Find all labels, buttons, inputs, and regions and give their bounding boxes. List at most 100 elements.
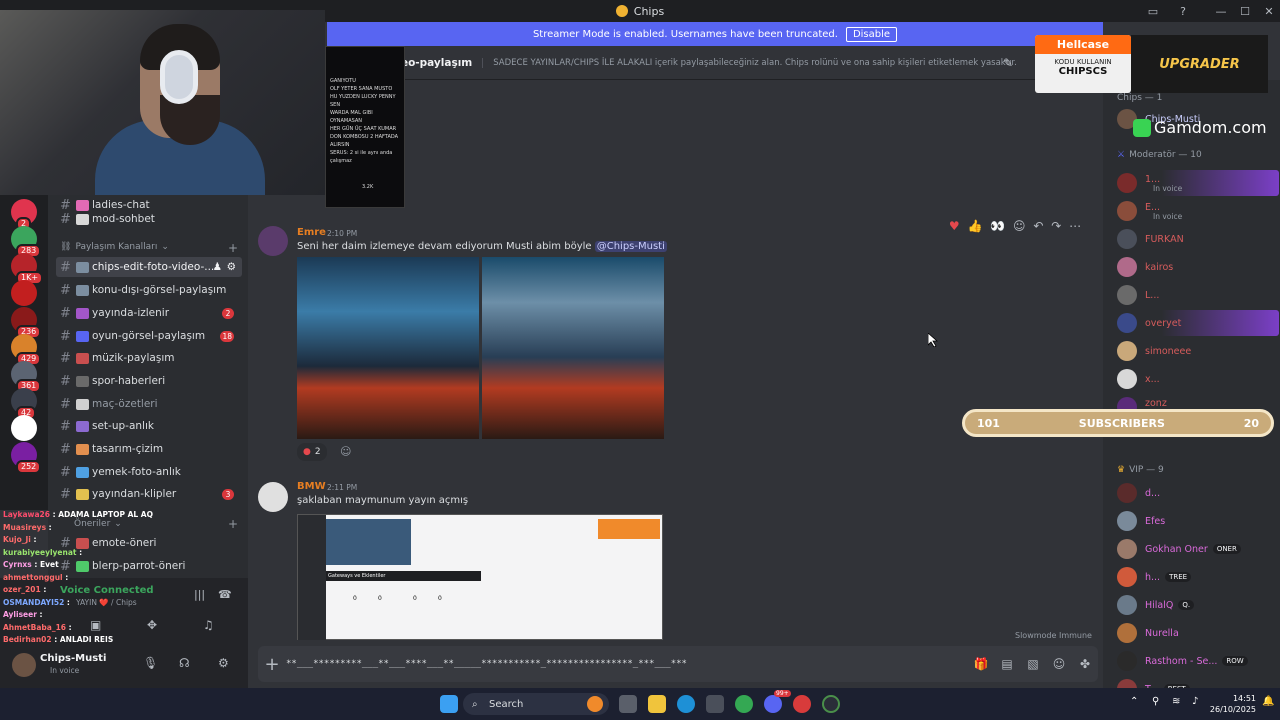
reply-icon[interactable]: ↶ — [1033, 219, 1043, 233]
server-icon[interactable] — [11, 415, 37, 441]
channel-item[interactable]: # maç-özetleri — [56, 394, 242, 414]
channel-item[interactable]: # müzik-paylaşım — [56, 348, 242, 368]
notification-bell-icon[interactable]: 🔔 — [1262, 696, 1274, 707]
disable-streamer-mode-button[interactable]: Disable — [845, 26, 898, 42]
chrome-icon[interactable] — [735, 695, 753, 713]
map-pin-app-icon[interactable] — [793, 695, 811, 713]
channel-item[interactable]: # mod-sohbet — [56, 209, 242, 229]
file-explorer-icon[interactable] — [648, 695, 666, 713]
channel-item[interactable]: # yemek-foto-anlık — [56, 462, 242, 482]
add-reaction-icon[interactable]: ☺ — [340, 445, 351, 458]
channel-item[interactable]: # yayından-klipler 3 — [56, 484, 242, 504]
volume-icon[interactable]: ♪ — [1192, 696, 1198, 707]
member-item[interactable]: h... TREE — [1111, 564, 1279, 590]
gift-icon[interactable]: 🎁 — [968, 657, 994, 671]
attachment-image-1[interactable] — [297, 257, 479, 439]
phone-image-preview[interactable]: 3.2K GANIYOTU OLF YETER SANA MUSTO HU YUZD… — [325, 46, 405, 208]
apps-icon[interactable]: ✤ — [1072, 657, 1098, 671]
member-item[interactable]: overyet — [1111, 310, 1279, 336]
member-item[interactable]: FURKAN — [1111, 226, 1279, 252]
user-name[interactable]: Chips-Musti — [40, 653, 106, 664]
forward-icon[interactable]: ↷ — [1051, 219, 1061, 233]
member-item[interactable]: d... — [1111, 480, 1279, 506]
member-item[interactable]: Efes — [1111, 508, 1279, 534]
channel-item[interactable]: # tasarım-çizim — [56, 439, 242, 459]
heart-icon[interactable]: ♥ — [949, 219, 960, 233]
server-icon[interactable]: 283 — [11, 226, 42, 258]
add-channel-icon[interactable]: + — [228, 241, 238, 255]
edge-icon[interactable] — [677, 695, 695, 713]
settings-gear-icon[interactable]: ⚙ — [218, 656, 229, 670]
member-item[interactable]: Gokhan Oner ONER — [1111, 536, 1279, 562]
attachment-screenshot[interactable]: Gateways ve Eklentiler 0 0 0 0 — [297, 514, 663, 640]
member-item[interactable]: L... — [1111, 282, 1279, 308]
store-icon[interactable] — [706, 695, 724, 713]
maximize-button[interactable]: ☐ — [1232, 0, 1258, 22]
member-item[interactable]: Nurella — [1111, 620, 1279, 646]
usb-icon[interactable]: ⚲ — [1152, 696, 1159, 707]
member-item[interactable]: Rasthom - Se... ROW — [1111, 648, 1279, 674]
message-input[interactable] — [286, 659, 968, 669]
search-label: Search — [489, 698, 524, 710]
more-icon[interactable]: ⋯ — [1069, 219, 1081, 233]
mic-icon[interactable]: 🎙 — [143, 656, 158, 670]
member-item[interactable]: kairos — [1111, 254, 1279, 280]
member-item[interactable]: T...BEST — [1111, 676, 1279, 688]
server-icon[interactable]: 236 — [11, 307, 42, 339]
emoji-icon[interactable]: ☺ — [1046, 657, 1072, 671]
user-mention[interactable]: @Chips-Musti — [594, 241, 667, 252]
user-avatar[interactable] — [12, 653, 36, 677]
taskbar-clock[interactable]: 14:51 26/10/2025 — [1210, 693, 1256, 715]
server-icon[interactable]: 2 — [11, 199, 37, 231]
threads-icon[interactable]: ✎ — [1003, 56, 1013, 70]
channel-label: müzik-paylaşım — [92, 352, 175, 364]
server-icon[interactable]: 361 — [11, 361, 42, 393]
channel-item[interactable]: # spor-haberleri — [56, 371, 242, 391]
windows-start-icon[interactable] — [440, 695, 458, 713]
server-icon[interactable]: 252 — [11, 442, 42, 474]
channel-item[interactable]: # oyun-görsel-paylaşım 18 — [56, 326, 242, 346]
server-icon[interactable]: 429 — [11, 334, 42, 366]
member-item[interactable]: HilalQ Q. — [1111, 592, 1279, 618]
avatar[interactable] — [258, 482, 288, 512]
channel-item[interactable]: # konu-dışı-görsel-paylaşım — [56, 280, 242, 300]
headphones-icon[interactable]: ☊ — [179, 656, 190, 670]
category-paylasim[interactable]: ⛓ Paylaşım Kanalları ⌄ — [60, 242, 169, 252]
channel-settings-icon[interactable]: ⚙ — [227, 261, 236, 273]
task-view-icon[interactable] — [619, 695, 637, 713]
channel-item[interactable]: # set-up-anlık — [56, 416, 242, 436]
discord-icon[interactable]: 99+ — [764, 690, 791, 713]
thumbs-up-icon[interactable]: 👍 — [967, 219, 982, 233]
server-icon[interactable] — [11, 280, 37, 306]
reaction-chip[interactable]: ● 2 — [297, 443, 327, 461]
invite-icon[interactable]: ♟ — [213, 261, 222, 273]
sticker-icon[interactable]: ▧ — [1020, 657, 1046, 671]
member-status: In voice — [1153, 184, 1183, 193]
taskbar-search[interactable]: ⌕ Search — [463, 693, 609, 715]
upload-plus-icon[interactable]: + — [258, 654, 286, 675]
chevron-up-icon[interactable]: ⌃ — [1130, 696, 1138, 707]
channel-item[interactable]: # yayında-izlenir 2 — [56, 303, 242, 323]
add-reaction-icon[interactable]: ☺ — [1013, 219, 1026, 233]
inbox-icon[interactable]: ▭ — [1140, 0, 1166, 22]
wifi-icon[interactable]: ≋ — [1172, 696, 1180, 707]
attachment-image-2[interactable] — [482, 257, 664, 439]
channel-topic[interactable]: SADECE YAYINLAR/CHIPS İLE ALAKALI içerik… — [482, 57, 1017, 68]
member-item[interactable]: 1... In voice — [1111, 170, 1279, 196]
eyes-icon[interactable]: 👀 — [990, 219, 1005, 233]
channel-item[interactable]: # chips-edit-foto-video-... ⚙ ♟ — [56, 257, 242, 277]
member-item[interactable]: x... — [1111, 366, 1279, 392]
help-icon[interactable]: ? — [1170, 0, 1196, 22]
member-item[interactable]: E... In voice — [1111, 198, 1279, 224]
avatar[interactable] — [258, 226, 288, 256]
minimize-button[interactable]: — — [1208, 0, 1234, 22]
message-author[interactable]: BMW — [297, 481, 326, 492]
gif-icon[interactable]: ▤ — [994, 657, 1020, 671]
server-icon[interactable]: 42 — [11, 388, 37, 420]
server-icon[interactable]: 1K+ — [11, 253, 44, 285]
steam-icon[interactable] — [822, 695, 840, 713]
member-item[interactable]: simoneee — [1111, 338, 1279, 364]
close-button[interactable]: ✕ — [1256, 0, 1280, 22]
member-name: simoneee — [1145, 345, 1192, 357]
message-author[interactable]: Emre — [297, 227, 326, 238]
